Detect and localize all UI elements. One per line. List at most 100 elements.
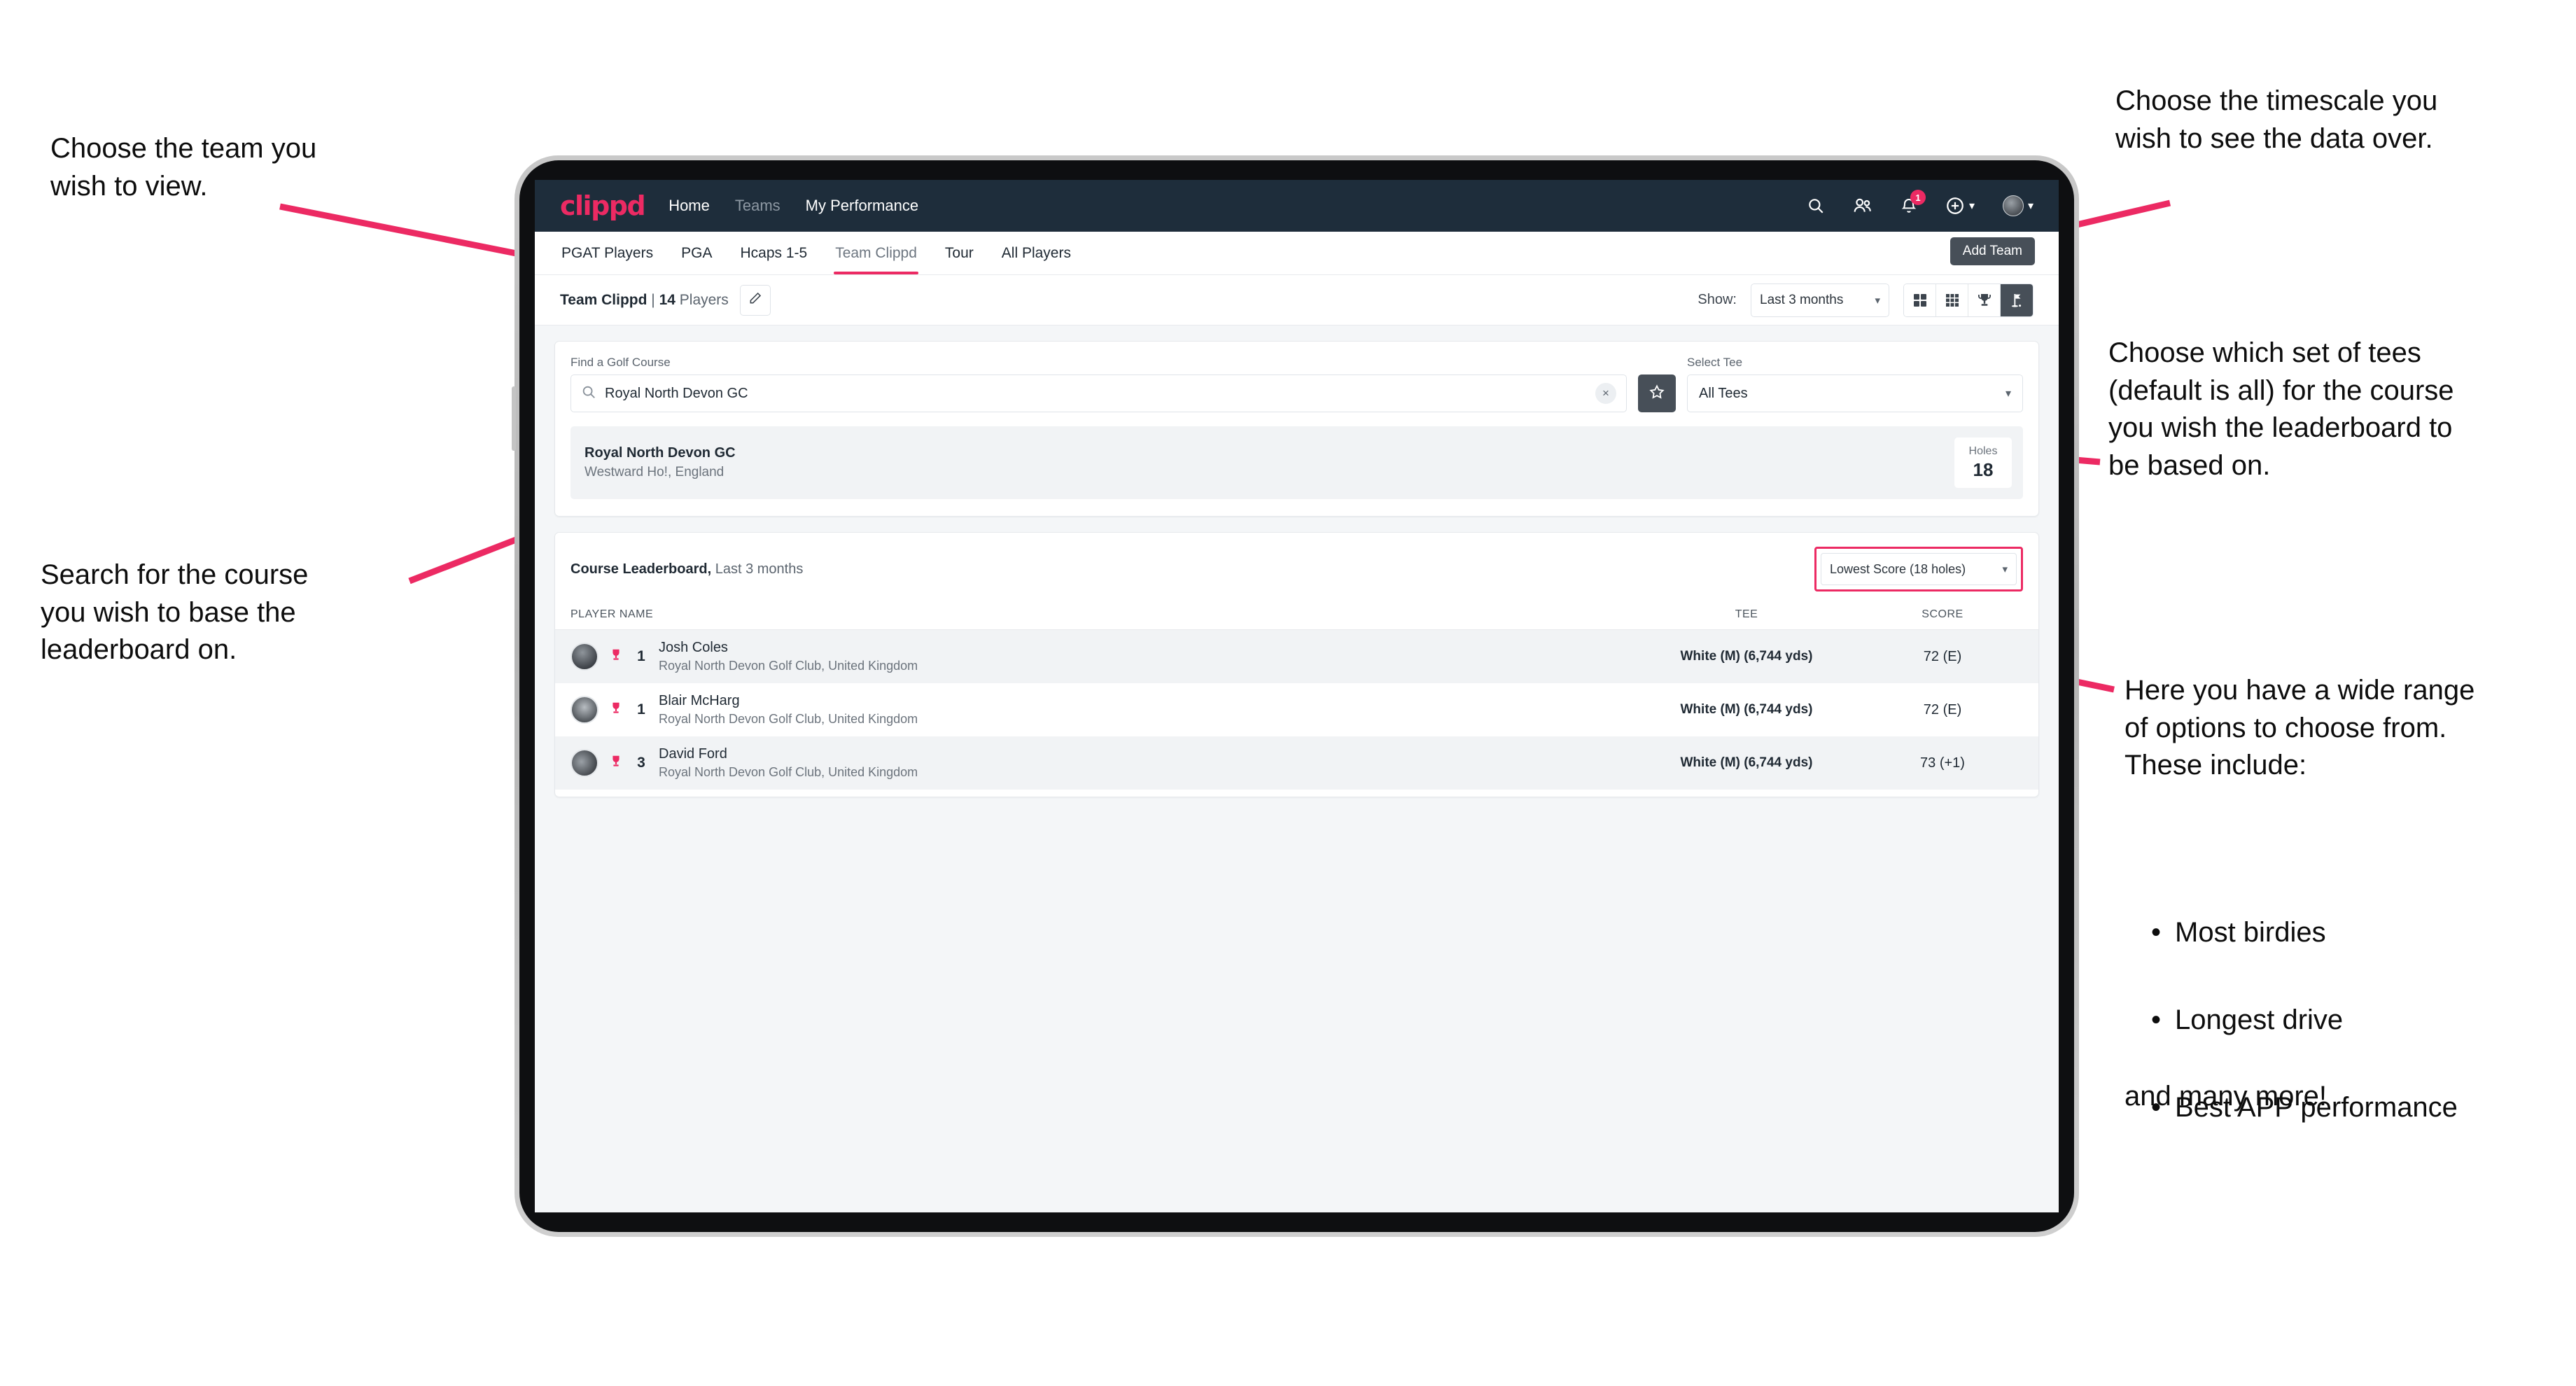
nav-link-home[interactable]: Home bbox=[668, 197, 710, 215]
edit-team-button[interactable] bbox=[739, 284, 771, 316]
course-result-row[interactable]: Royal North Devon GC Westward Ho!, Engla… bbox=[570, 426, 2023, 499]
team-players-word: Players bbox=[675, 291, 729, 308]
team-separator: | bbox=[647, 291, 659, 308]
tab-hcaps-1-5[interactable]: Hcaps 1-5 bbox=[738, 232, 808, 274]
holes-value: 18 bbox=[1973, 458, 1994, 480]
tablet-screen: clippd Home Teams My Performance 1 ▾ ▾ P… bbox=[535, 180, 2059, 1212]
annotation-tees: Choose which set of tees (default is all… bbox=[2108, 337, 2454, 481]
trophy-icon bbox=[608, 701, 624, 720]
player-cell: 1 Josh Coles Royal North Devon Golf Club… bbox=[570, 640, 1631, 673]
course-search-card: Find a Golf Course Royal North Devon GC … bbox=[554, 341, 2039, 517]
annotation-timescale: Choose the timescale you wish to see the… bbox=[2115, 85, 2438, 154]
avatar bbox=[570, 696, 598, 724]
plus-circle-icon[interactable]: ▾ bbox=[1945, 196, 1975, 216]
timescale-value: Last 3 months bbox=[1760, 292, 1844, 307]
player-club: Royal North Devon Golf Club, United King… bbox=[659, 765, 918, 779]
chevron-down-icon[interactable]: ▾ bbox=[1969, 199, 1975, 213]
player-cell: 1 Blair McHarg Royal North Devon Golf Cl… bbox=[570, 693, 1631, 727]
navbar-actions: 1 ▾ ▾ bbox=[1807, 190, 2033, 216]
primary-nav: Home Teams My Performance bbox=[668, 197, 918, 215]
player-info: David Ford Royal North Devon Golf Club, … bbox=[659, 746, 918, 780]
avatar[interactable]: ▾ bbox=[2002, 195, 2033, 216]
course-search-group: Find a Golf Course Royal North Devon GC … bbox=[570, 356, 1627, 412]
player-score: 73 (+1) bbox=[1920, 755, 1965, 771]
clippd-logo[interactable]: clippd bbox=[560, 190, 646, 221]
tab-team-clippd[interactable]: Team Clippd bbox=[834, 232, 918, 274]
tee-select-value: All Tees bbox=[1699, 385, 1748, 401]
leaderboard-title-main: Course Leaderboard, bbox=[570, 561, 712, 577]
tablet-bezel: clippd Home Teams My Performance 1 ▾ ▾ P… bbox=[519, 160, 2074, 1232]
chevron-down-icon[interactable]: ▾ bbox=[2028, 199, 2033, 213]
chevron-down-icon: ▾ bbox=[2002, 564, 2008, 575]
view-toggle-group bbox=[1903, 283, 2033, 317]
table-row[interactable]: 3 David Ford Royal North Devon Golf Club… bbox=[555, 736, 2038, 790]
add-team-tooltip[interactable]: Add Team bbox=[1949, 237, 2035, 265]
column-tee: TEE bbox=[1735, 608, 1758, 620]
search-icon[interactable] bbox=[1807, 197, 1825, 215]
option-label: Longest drive bbox=[2175, 1004, 2344, 1035]
people-icon[interactable] bbox=[1853, 197, 1872, 215]
grid-3x3-view-button[interactable] bbox=[1936, 284, 1968, 316]
player-cell: 3 David Ford Royal North Devon Golf Club… bbox=[570, 746, 1631, 780]
grid-2x2-view-button[interactable] bbox=[1904, 284, 1936, 316]
course-search-value: Royal North Devon GC bbox=[605, 385, 748, 401]
player-score: 72 (E) bbox=[1923, 648, 1962, 664]
team-name: Team Clippd bbox=[560, 291, 648, 308]
table-row[interactable]: 1 Blair McHarg Royal North Devon Golf Cl… bbox=[555, 683, 2038, 736]
holes-label: Holes bbox=[1968, 444, 1998, 457]
nav-link-teams[interactable]: Teams bbox=[735, 197, 780, 215]
nav-link-my-performance[interactable]: My Performance bbox=[806, 197, 918, 215]
team-tabs: PGAT Players PGA Hcaps 1-5 Team Clippd T… bbox=[560, 232, 1072, 274]
avatar bbox=[570, 749, 598, 777]
player-club: Royal North Devon Golf Club, United King… bbox=[659, 659, 918, 673]
annotation-options-list: • Most birdies • Longest drive • Best AP… bbox=[2124, 876, 2572, 1164]
device-volume-button bbox=[512, 386, 516, 451]
player-rank: 1 bbox=[637, 648, 645, 664]
leaderboard-subtitle: Last 3 months bbox=[711, 561, 804, 577]
leaderboard-title: Course Leaderboard, Last 3 months bbox=[570, 561, 803, 578]
course-search-row: Find a Golf Course Royal North Devon GC … bbox=[570, 356, 2023, 412]
player-score: 72 (E) bbox=[1923, 701, 1962, 718]
timescale-select[interactable]: Last 3 months ▾ bbox=[1751, 283, 1889, 317]
notification-badge: 1 bbox=[1910, 190, 1926, 205]
leaderboard-sort-select[interactable]: Lowest Score (18 holes) ▾ bbox=[1821, 553, 2017, 585]
pencil-icon bbox=[748, 291, 762, 309]
tab-pgat-players[interactable]: PGAT Players bbox=[560, 232, 654, 274]
toolbar-right: Show: Last 3 months ▾ bbox=[1698, 283, 2033, 317]
avatar bbox=[570, 643, 598, 671]
course-search-input[interactable]: Royal North Devon GC × bbox=[570, 374, 1627, 412]
golf-flag-view-button[interactable] bbox=[2001, 284, 2033, 316]
player-tee: White (M) (6,744 yds) bbox=[1680, 649, 1813, 664]
table-row[interactable]: 1 Josh Coles Royal North Devon Golf Club… bbox=[555, 630, 2038, 683]
app-navbar: clippd Home Teams My Performance 1 ▾ ▾ bbox=[535, 180, 2059, 232]
tab-tour[interactable]: Tour bbox=[944, 232, 975, 274]
player-rank: 3 bbox=[637, 755, 645, 771]
team-toolbar: Team Clippd | 14 Players Show: Last 3 mo… bbox=[535, 275, 2059, 326]
tab-pga[interactable]: PGA bbox=[680, 232, 713, 274]
chevron-down-icon: ▾ bbox=[1875, 294, 1880, 307]
trophy-view-button[interactable] bbox=[1968, 284, 2001, 316]
annotation-options-outro: and many more! bbox=[2124, 1081, 2328, 1112]
list-item: • Longest drive bbox=[2151, 1002, 2572, 1040]
leaderboard-header: Course Leaderboard, Last 3 months Lowest… bbox=[555, 533, 2038, 604]
list-item: • Most birdies bbox=[2151, 914, 2572, 952]
course-search-label: Find a Golf Course bbox=[570, 356, 671, 369]
tee-select-group: Select Tee All Tees ▾ bbox=[1687, 356, 2023, 412]
screenshot-root: Choose the team you wish to view. Search… bbox=[0, 0, 2576, 1386]
show-label: Show: bbox=[1698, 292, 1737, 307]
annotation-team: Choose the team you wish to view. bbox=[50, 133, 317, 202]
tee-select-label: Select Tee bbox=[1687, 356, 1743, 369]
star-icon bbox=[1648, 384, 1665, 404]
favourite-course-button[interactable] bbox=[1638, 374, 1676, 412]
clear-search-button[interactable]: × bbox=[1595, 383, 1616, 404]
team-player-count: 14 bbox=[659, 291, 676, 308]
holes-badge: Holes 18 bbox=[1954, 438, 2012, 488]
player-name: David Ford bbox=[659, 746, 727, 762]
course-result-text: Royal North Devon GC Westward Ho!, Engla… bbox=[584, 445, 736, 480]
player-info: Blair McHarg Royal North Devon Golf Club… bbox=[659, 693, 918, 727]
tee-select[interactable]: All Tees ▾ bbox=[1687, 374, 2023, 412]
trophy-icon bbox=[608, 648, 624, 666]
bell-icon[interactable]: 1 bbox=[1900, 190, 1926, 215]
tab-all-players[interactable]: All Players bbox=[1000, 232, 1072, 274]
player-tee: White (M) (6,744 yds) bbox=[1680, 702, 1813, 717]
